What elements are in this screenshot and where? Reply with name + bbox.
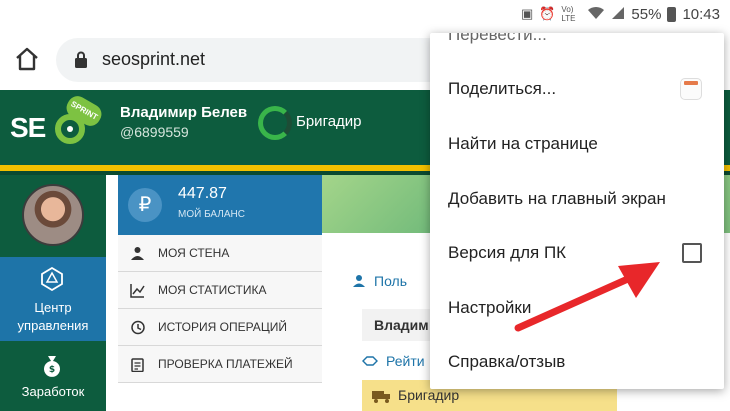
menu-item-label: ИСТОРИЯ ОПЕРАЦИЙ — [158, 320, 287, 334]
logo-text: SE — [10, 112, 46, 143]
user-icon — [130, 246, 145, 261]
content-rating-heading[interactable]: Рейти — [362, 353, 425, 369]
chart-icon — [130, 283, 145, 298]
content-row-label: Бригадир — [398, 387, 460, 403]
user-id: @6899559 — [120, 124, 189, 140]
notification-icon: ▣ — [520, 6, 534, 21]
menu-item-help-feedback[interactable]: Справка/отзыв — [430, 335, 724, 389]
desktop-site-checkbox[interactable] — [682, 243, 702, 263]
battery-percent: 55% — [631, 5, 662, 23]
menu-item-label: МОЯ СТАТИСТИКА — [158, 283, 267, 297]
balance-label: МОЙ БАЛАНС — [178, 209, 245, 220]
avatar[interactable] — [22, 184, 84, 246]
calendar-app-icon — [680, 78, 702, 100]
menu-item-payment-check[interactable]: ПРОВЕРКА ПЛАТЕЖЕЙ — [118, 346, 322, 383]
home-icon[interactable] — [14, 46, 40, 72]
sidebar: Центр управления $ Заработок — [0, 175, 106, 411]
user-name[interactable]: Владимир Белев — [120, 104, 247, 121]
screen: ▣ ⏰ Vo) LTE 55% 10:43 seosprint.net SE S… — [0, 0, 730, 411]
clipboard-icon — [130, 357, 145, 373]
svg-text:$: $ — [49, 365, 55, 375]
menu-item-history[interactable]: ИСТОРИЯ ОПЕРАЦИЙ — [118, 309, 322, 346]
ruble-icon: ₽ — [128, 188, 162, 222]
menu-item-find-in-page[interactable]: Найти на странице — [430, 117, 724, 171]
menu-item-label: Справка/отзыв — [448, 352, 566, 371]
history-icon — [130, 320, 145, 335]
wifi-icon — [587, 6, 605, 23]
url-field[interactable]: seosprint.net — [56, 38, 476, 82]
red-arrow-annotation — [514, 262, 660, 332]
rank-progress-icon — [258, 106, 292, 140]
balance-value: 447.87 — [178, 185, 227, 202]
menu-item-my-wall[interactable]: МОЯ СТЕНА — [118, 235, 322, 272]
lock-icon — [74, 51, 88, 68]
menu-item-add-to-home[interactable]: Добавить на главный экран — [430, 172, 724, 226]
truck-icon — [372, 391, 390, 403]
user-icon — [353, 275, 365, 287]
money-bag-icon: $ — [40, 353, 64, 377]
dice-icon — [40, 266, 64, 292]
sidebar-item-label: Заработок — [21, 384, 85, 399]
sidebar-item-earnings[interactable]: $ Заработок — [0, 341, 106, 411]
content-user-heading[interactable]: Поль — [352, 273, 407, 289]
menu-item-label: Поделиться... — [448, 79, 557, 98]
alarm-icon: ⏰ — [539, 6, 556, 21]
volte-icon: Vo) LTE — [561, 5, 576, 23]
menu-item-label: Найти на странице — [448, 134, 598, 153]
url-text: seosprint.net — [102, 49, 206, 69]
menu-item-label: Перевести... — [448, 33, 547, 44]
signal-icon — [611, 6, 625, 23]
rank-label[interactable]: Бригадир — [296, 113, 362, 130]
content-row-label: Владим — [374, 317, 429, 333]
status-bar: ▣ ⏰ Vo) LTE 55% 10:43 — [0, 0, 730, 30]
content-row-label: Поль — [374, 273, 408, 289]
sidebar-item-label: Центр управления — [17, 300, 89, 333]
sidebar-item-control-center[interactable]: Центр управления — [0, 257, 106, 341]
menu-item-label: ПРОВЕРКА ПЛАТЕЖЕЙ — [158, 357, 293, 371]
content-row-label: Рейти — [386, 353, 425, 369]
account-panel: ₽ 447.87 МОЙ БАЛАНС МОЯ СТЕНА МОЯ СТАТИС… — [118, 175, 322, 411]
menu-item-share[interactable]: Поделиться... — [430, 62, 724, 116]
menu-item-label: Добавить на главный экран — [448, 189, 666, 208]
handshake-icon — [362, 356, 378, 366]
clock: 10:43 — [682, 5, 720, 23]
battery-icon — [667, 6, 677, 22]
status-icons: ▣ ⏰ Vo) LTE 55% 10:43 — [521, 5, 720, 23]
menu-item-label: МОЯ СТЕНА — [158, 246, 230, 260]
menu-item-my-stats[interactable]: МОЯ СТАТИСТИКА — [118, 272, 322, 309]
balance-box[interactable]: ₽ 447.87 МОЙ БАЛАНС — [118, 175, 322, 235]
site-logo[interactable]: SE SPRINT — [10, 92, 108, 155]
